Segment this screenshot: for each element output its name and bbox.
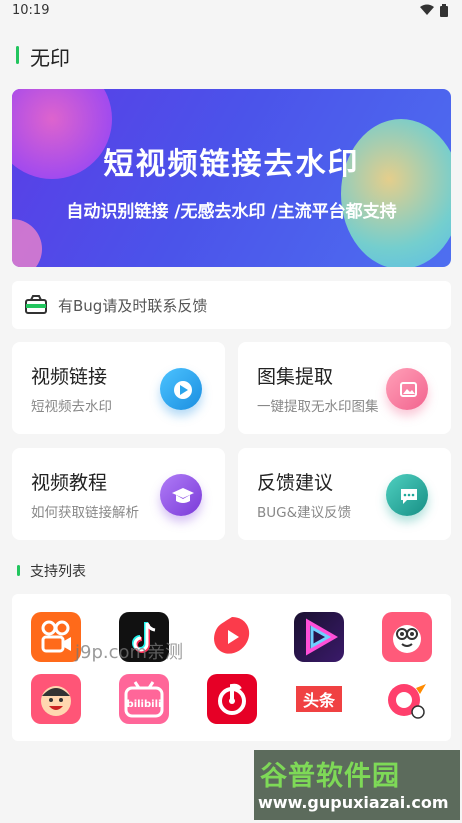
status-bar: 10:19 xyxy=(0,0,462,22)
system-icons xyxy=(420,4,448,17)
chat-bubble-icon xyxy=(386,474,428,516)
banner-subtitle: 自动识别链接 /无感去水印 /主流平台都支持 xyxy=(66,202,397,222)
pipixia-app-icon[interactable] xyxy=(382,612,432,662)
banner-decoration xyxy=(12,219,42,267)
brand-watermark-url: www.gupuxiazai.com xyxy=(258,793,449,812)
promo-banner[interactable]: 短视频链接去水印 自动识别链接 /无感去水印 /主流平台都支持 xyxy=(12,89,451,267)
card-title: 视频链接 xyxy=(31,366,108,388)
weishi-app-icon[interactable] xyxy=(207,612,257,662)
bilibili-logo-text: bilibili xyxy=(127,699,162,710)
site-watermark: j9p.com亲测 xyxy=(75,642,184,663)
brand-watermark: 谷普软件园 xyxy=(260,761,400,792)
status-time: 10:19 xyxy=(12,3,50,18)
card-title: 图集提取 xyxy=(257,366,334,388)
graduation-cap-icon xyxy=(160,474,202,516)
wifi-icon xyxy=(420,4,434,15)
feedback-card[interactable]: 反馈建议 BUG&建议反馈 xyxy=(238,448,451,540)
video-app-icon[interactable] xyxy=(294,612,344,662)
support-list-header: 支持列表 xyxy=(0,560,462,582)
bilibili-app-icon[interactable]: bilibili xyxy=(119,674,169,724)
notice-box-icon xyxy=(25,295,47,314)
card-title: 反馈建议 xyxy=(257,472,334,494)
toutiao-logo-text: 头条 xyxy=(303,691,336,710)
banner-title: 短视频链接去水印 xyxy=(103,147,360,182)
card-subtitle: 一键提取无水印图集 xyxy=(257,399,379,415)
support-list: bilibili 头条 xyxy=(12,594,451,741)
page-title: 无印 xyxy=(30,46,70,70)
netease-music-app-icon[interactable] xyxy=(207,674,257,724)
bird-app-icon[interactable] xyxy=(382,674,432,724)
card-subtitle: BUG&建议反馈 xyxy=(257,505,352,521)
section-title: 支持列表 xyxy=(30,564,86,580)
card-subtitle: 短视频去水印 xyxy=(31,399,112,415)
image-icon xyxy=(386,368,428,410)
gallery-extract-card[interactable]: 图集提取 一键提取无水印图集 xyxy=(238,342,451,434)
video-link-card[interactable]: 视频链接 短视频去水印 xyxy=(12,342,225,434)
feedback-notice[interactable]: 有Bug请及时联系反馈 xyxy=(12,281,451,329)
kuaishou-app-icon[interactable] xyxy=(31,612,81,662)
card-subtitle: 如何获取链接解析 xyxy=(31,505,139,521)
face-app-icon[interactable] xyxy=(31,674,81,724)
app-header: 无印 xyxy=(0,40,462,74)
toutiao-app-icon[interactable]: 头条 xyxy=(294,674,344,724)
section-accent-bar xyxy=(17,565,20,576)
title-accent-bar xyxy=(16,46,19,64)
battery-icon xyxy=(440,4,448,17)
video-tutorial-card[interactable]: 视频教程 如何获取链接解析 xyxy=(12,448,225,540)
play-icon xyxy=(160,368,202,410)
notice-text: 有Bug请及时联系反馈 xyxy=(58,297,208,315)
card-title: 视频教程 xyxy=(31,472,108,494)
